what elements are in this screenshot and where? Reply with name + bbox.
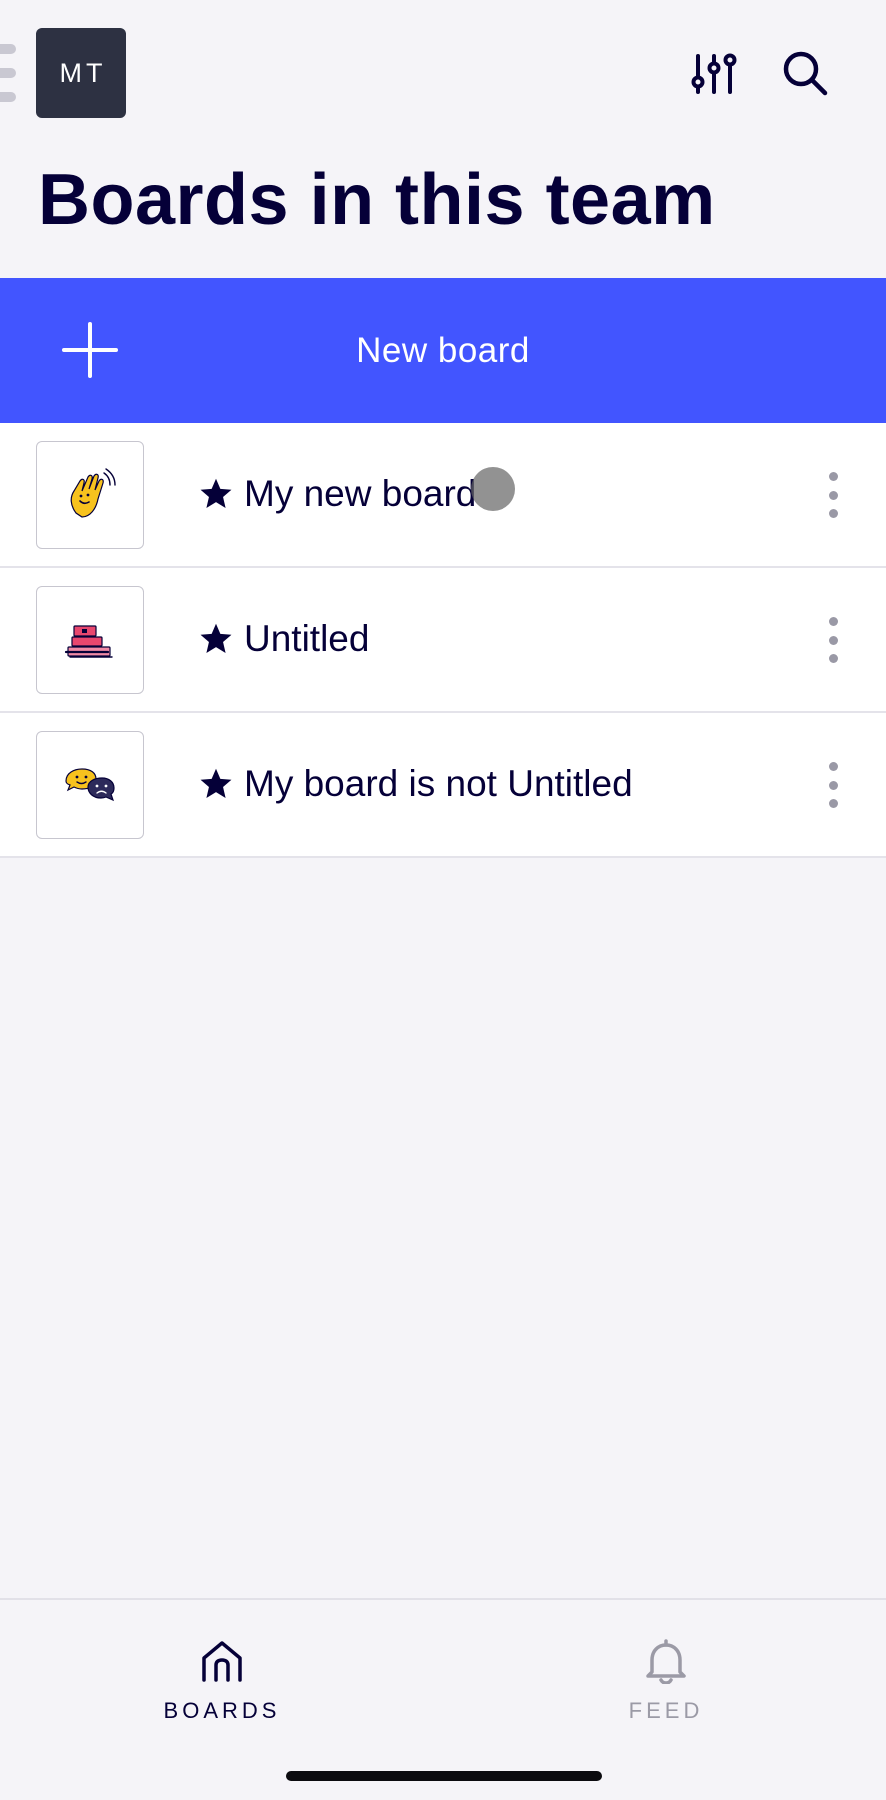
- nav-label-feed: FEED: [628, 1698, 704, 1723]
- board-title[interactable]: My new board: [198, 471, 476, 517]
- board-thumbnail: [36, 731, 144, 839]
- avatar-initials: MT: [59, 57, 107, 88]
- board-row[interactable]: Untitled: [0, 568, 886, 713]
- home-indicator: [286, 1771, 602, 1781]
- team-avatar-button[interactable]: MT: [36, 28, 126, 118]
- app-header: MT Boards in this team: [0, 0, 886, 278]
- star-icon[interactable]: [198, 476, 234, 512]
- board-title-text: My new board: [244, 473, 477, 514]
- star-icon[interactable]: [198, 621, 234, 657]
- board-title[interactable]: My board is not Untitled: [198, 761, 633, 807]
- chat-bubbles-icon: [65, 768, 115, 802]
- board-thumbnail: [36, 441, 144, 549]
- new-board-button[interactable]: New board: [0, 278, 886, 423]
- board-row[interactable]: My new board: [0, 423, 886, 568]
- home-icon: [202, 1641, 242, 1682]
- board-title-text: My board is not Untitled: [244, 763, 633, 804]
- new-board-label: New board: [356, 330, 530, 370]
- books-stack-icon: [64, 625, 113, 658]
- board-title[interactable]: Untitled: [198, 616, 369, 662]
- bottom-navigation: BOARDS FEED: [0, 1598, 886, 1800]
- more-options-icon[interactable]: [818, 615, 848, 665]
- board-list: My new board Untitled My board is not Un…: [0, 423, 886, 858]
- more-options-icon[interactable]: [818, 470, 848, 520]
- board-thumbnail: [36, 586, 144, 694]
- filter-sliders-icon[interactable]: [690, 52, 738, 96]
- waving-hand-icon: [70, 468, 116, 518]
- touch-indicator: [471, 467, 515, 511]
- nav-tab-feed[interactable]: FEED: [566, 1638, 766, 1724]
- page-title: Boards in this team: [38, 160, 716, 240]
- nav-tab-boards[interactable]: BOARDS: [122, 1638, 322, 1724]
- plus-icon: [62, 322, 118, 378]
- bell-icon: [646, 1639, 686, 1684]
- sidebar-handle[interactable]: [0, 44, 18, 102]
- board-row[interactable]: My board is not Untitled: [0, 713, 886, 858]
- more-options-icon[interactable]: [818, 760, 848, 810]
- board-title-text: Untitled: [244, 618, 370, 659]
- nav-label-boards: BOARDS: [163, 1698, 281, 1723]
- search-icon[interactable]: [780, 48, 830, 98]
- star-icon[interactable]: [198, 766, 234, 802]
